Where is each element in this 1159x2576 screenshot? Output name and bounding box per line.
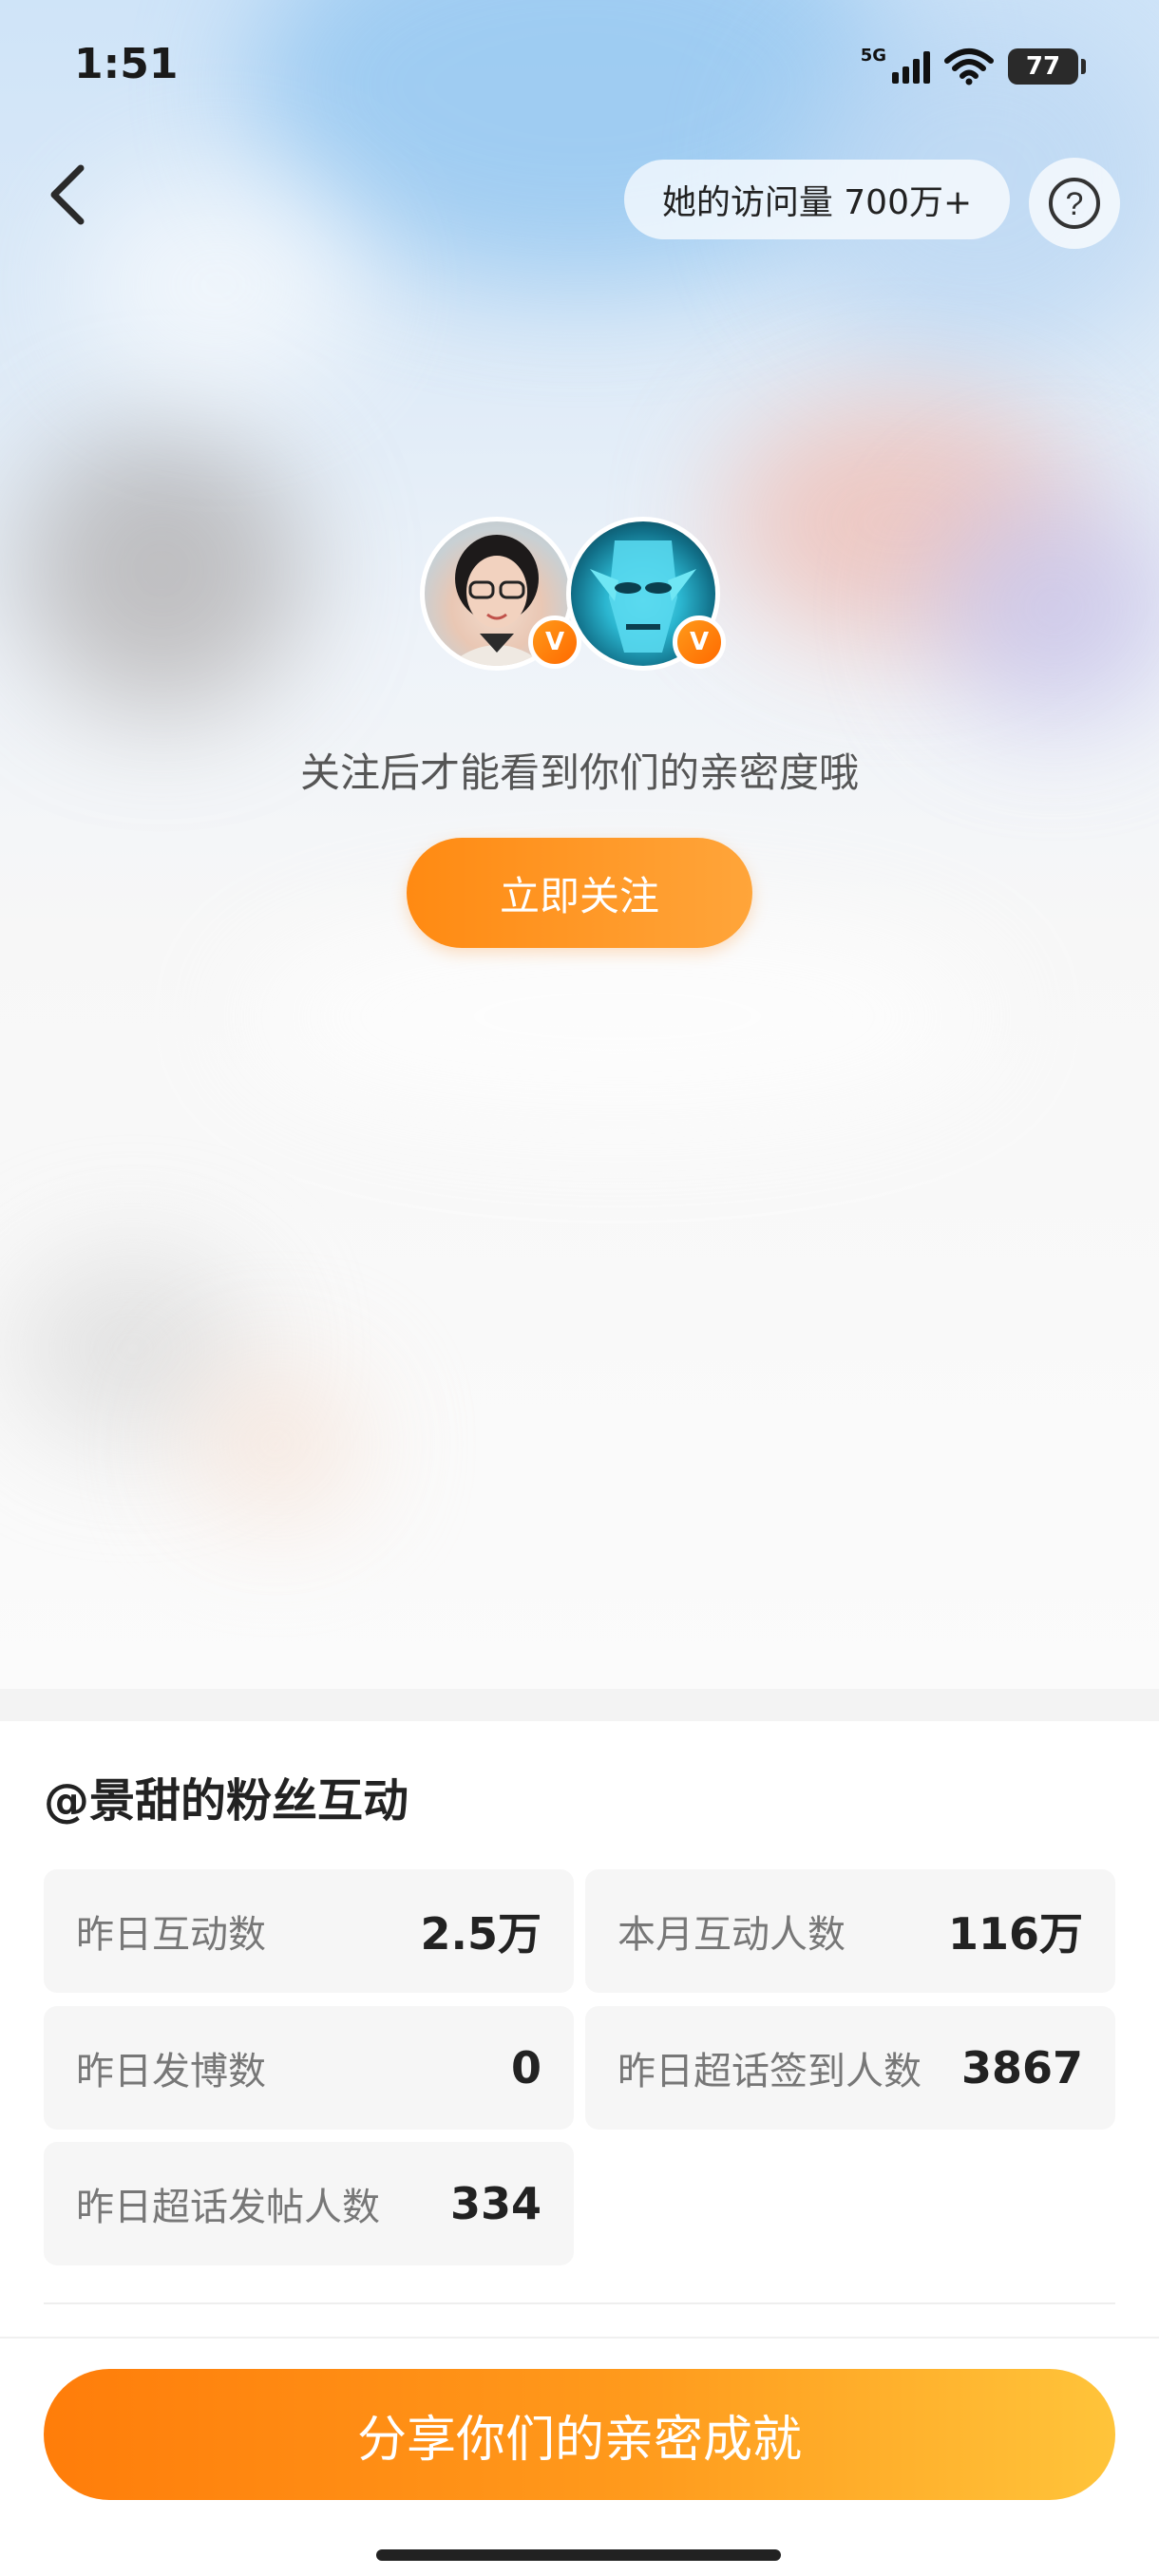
help-button[interactable]: ?: [1029, 158, 1120, 249]
follow-button[interactable]: 立即关注: [407, 838, 752, 948]
fan-interaction-section: @景甜的粉丝互动 昨日互动数 2.5万 本月互动人数 116万 昨日发博数 0 …: [0, 1721, 1159, 2348]
stat-label: 昨日超话发帖人数: [76, 2186, 380, 2229]
home-indicator[interactable]: [376, 2549, 781, 2561]
stat-value: 2.5万: [420, 1908, 542, 1960]
stat-card: 昨日互动数 2.5万: [44, 1869, 574, 1993]
verified-badge-icon: V: [673, 616, 726, 669]
stat-value: 3867: [960, 2042, 1083, 2093]
stat-label: 昨日超话签到人数: [618, 2050, 922, 2093]
network-type: 5G: [860, 45, 886, 66]
status-bar: 1:51 5G 77: [0, 0, 1159, 142]
verified-badge-icon: V: [528, 616, 581, 669]
chevron-left-icon: [50, 164, 85, 225]
follow-hint-text: 关注后才能看到你们的亲密度哦: [299, 749, 859, 796]
stat-label: 昨日发博数: [76, 2050, 266, 2093]
battery-level: 77: [1025, 52, 1061, 81]
status-time: 1:51: [74, 40, 179, 88]
stat-card: 本月互动人数 116万: [585, 1869, 1115, 1993]
share-button[interactable]: 分享你们的亲密成就: [44, 2369, 1115, 2500]
question-circle-icon: ?: [1049, 178, 1100, 229]
stat-label: 本月互动人数: [618, 1913, 846, 1957]
share-button-label: 分享你们的亲密成就: [356, 2411, 802, 2469]
wifi-icon: [944, 48, 994, 85]
section-title: @景甜的粉丝互动: [44, 1774, 409, 1828]
section-divider: [0, 1689, 1159, 1721]
bottom-bar: 分享你们的亲密成就: [0, 2337, 1159, 2576]
svg-text:?: ?: [1066, 186, 1084, 222]
visits-count-text: 她的访问量 700万+: [661, 183, 973, 222]
stat-value: 0: [510, 2042, 542, 2093]
stat-card: 昨日超话发帖人数 334: [44, 2142, 574, 2265]
follow-button-label: 立即关注: [499, 872, 659, 919]
back-button[interactable]: [34, 161, 101, 228]
stat-value: 334: [449, 2178, 542, 2229]
battery-icon: 77: [1008, 48, 1086, 85]
status-icons: 5G 77: [860, 45, 1086, 87]
visits-count-pill[interactable]: 她的访问量 700万+: [624, 160, 1010, 239]
signal-icon: [892, 49, 930, 84]
stat-value: 116万: [947, 1908, 1083, 1960]
stat-card: 昨日超话签到人数 3867: [585, 2006, 1115, 2130]
divider: [44, 2302, 1115, 2304]
stat-card: 昨日发博数 0: [44, 2006, 574, 2130]
stat-label: 昨日互动数: [76, 1913, 266, 1957]
